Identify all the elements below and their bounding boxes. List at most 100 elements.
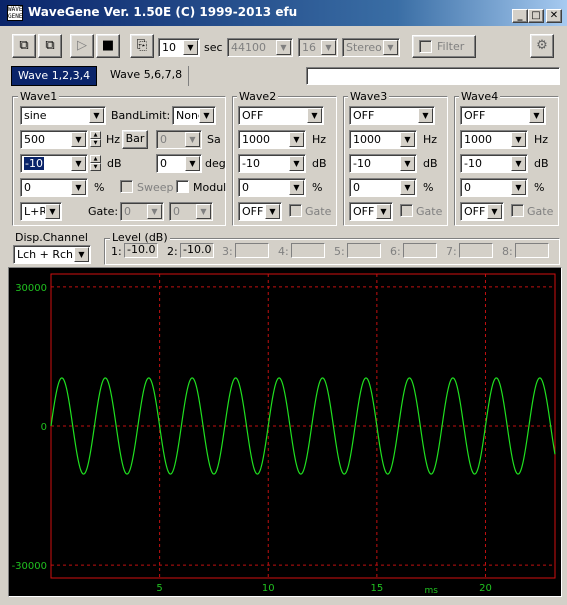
wave3-duty-unit: % <box>423 181 434 194</box>
wave4-title: Wave4 <box>459 90 501 103</box>
x-tick-label: 10 <box>262 583 275 594</box>
wave1-channel-select[interactable]: L+R ▼ <box>20 202 62 221</box>
level-value-8 <box>515 243 549 258</box>
wave1-sa-value: 0 <box>160 133 167 146</box>
save-wave-icon: ⎘ <box>136 38 148 53</box>
wave3-level-select[interactable]: -10 ▼ <box>349 154 417 173</box>
level-label-2: 2: <box>167 245 178 258</box>
wave1-level-input[interactable]: -10 ▼ <box>20 154 88 173</box>
wave2-channel-select[interactable]: OFF ▼ <box>238 202 282 221</box>
tab-wave-1-4[interactable]: Wave 1,2,3,4 <box>11 66 98 86</box>
modul-label: Modul <box>193 181 227 194</box>
wave4-frequency-value: 1000 <box>464 133 492 146</box>
spin-down-icon[interactable]: ▼ <box>90 139 101 147</box>
maximize-button[interactable]: □ <box>528 9 544 23</box>
spin-up-icon[interactable]: ▲ <box>90 155 101 163</box>
wave3-level-value: -10 <box>353 157 371 170</box>
wave2-level-select[interactable]: -10 ▼ <box>238 154 306 173</box>
wave4-level-select[interactable]: -10 ▼ <box>460 154 528 173</box>
duration-select[interactable]: 10 ▼ <box>158 38 200 57</box>
wave2-title: Wave2 <box>237 90 279 103</box>
chevron-down-icon: ▼ <box>185 132 200 147</box>
gate-select-1[interactable]: 0 ▼ <box>120 202 164 221</box>
settings-button[interactable]: ⚙ <box>530 34 554 58</box>
modul-checkbox[interactable] <box>176 180 189 193</box>
chevron-down-icon: ▼ <box>74 247 89 262</box>
wave3-duty-select[interactable]: 0 ▼ <box>349 178 417 197</box>
save-wav-button[interactable]: ⎘ <box>130 34 154 58</box>
disp-channel-select[interactable]: Lch + Rch ▼ <box>13 245 91 264</box>
stop-button[interactable]: ■ <box>96 34 120 58</box>
wave1-phase-select[interactable]: 0 ▼ <box>156 154 202 173</box>
gate-select-2[interactable]: 0 ▼ <box>169 202 213 221</box>
gate2-value: 0 <box>173 205 180 218</box>
wave1-title: Wave1 <box>18 90 60 103</box>
chevron-down-icon: ▼ <box>196 204 211 219</box>
duration-value: 10 <box>162 41 176 54</box>
wave3-channel-value: OFF <box>353 205 375 218</box>
title-bar[interactable]: WAVE GENE WaveGene Ver. 1.50E (C) 1999-2… <box>0 0 567 26</box>
wave1-frequency-value: 500 <box>24 133 45 146</box>
sweep-checkbox[interactable] <box>120 180 133 193</box>
tab-wave-5-8[interactable]: Wave 5,6,7,8 <box>104 66 190 86</box>
bits-select[interactable]: 16 ▼ <box>298 38 338 57</box>
wave3-frequency-select[interactable]: 1000 ▼ <box>349 130 417 149</box>
level-value-5 <box>347 243 381 258</box>
close-button[interactable]: ✕ <box>546 9 562 23</box>
chevron-down-icon: ▼ <box>307 108 322 123</box>
wave1-duty-select[interactable]: 0 ▼ <box>20 178 88 197</box>
wave2-channel-value: OFF <box>242 205 264 218</box>
spin-up-icon[interactable]: ▲ <box>90 131 101 139</box>
chevron-down-icon: ▼ <box>147 204 162 219</box>
wave4-waveform-select[interactable]: OFF ▼ <box>460 106 546 125</box>
spin-down-icon[interactable]: ▼ <box>90 163 101 171</box>
chevron-down-icon: ▼ <box>185 156 200 171</box>
channels-select[interactable]: Stereo ▼ <box>342 38 400 57</box>
sample-rate-select[interactable]: 44100 ▼ <box>227 38 293 57</box>
play-button[interactable]: ▷ <box>70 34 94 58</box>
level-label-8: 8: <box>502 245 513 258</box>
x-tick-label: 15 <box>370 583 383 594</box>
wave1-sa-select[interactable]: 0 ▼ <box>156 130 202 149</box>
wave1-level-spinner[interactable]: ▲ ▼ <box>90 155 101 172</box>
y-tick-label: 30000 <box>15 283 47 294</box>
channels-value: Stereo <box>346 41 382 54</box>
app-icon: WAVE GENE <box>7 5 23 21</box>
copy-button[interactable]: ⧉ <box>12 34 36 58</box>
wave1-level-value: -10 <box>24 157 44 170</box>
bar-button[interactable]: Bar <box>122 130 148 149</box>
paste-button[interactable]: ⧉ <box>38 34 62 58</box>
wave3-waveform-select[interactable]: OFF ▼ <box>349 106 435 125</box>
wave3-channel-select[interactable]: OFF ▼ <box>349 202 393 221</box>
wave1-frequency-input[interactable]: 500 ▼ <box>20 130 88 149</box>
disp-channel-value: Lch + Rch <box>17 248 74 261</box>
wave4-duty-select[interactable]: 0 ▼ <box>460 178 528 197</box>
minimize-button[interactable]: _ <box>512 9 528 23</box>
wave4-frequency-select[interactable]: 1000 ▼ <box>460 130 528 149</box>
x-tick-label: 5 <box>156 583 162 594</box>
x-unit-label: ms <box>424 586 438 596</box>
wave2-gate-checkbox[interactable] <box>289 204 302 217</box>
chevron-down-icon: ▼ <box>529 108 544 123</box>
chevron-down-icon: ▼ <box>400 156 415 171</box>
level-value-2: -10.0 <box>180 243 214 258</box>
wave4-duty-unit: % <box>534 181 545 194</box>
y-tick-label: -30000 <box>12 561 47 572</box>
wave2-duty-select[interactable]: 0 ▼ <box>238 178 306 197</box>
wave3-freq-unit: Hz <box>423 133 438 146</box>
wave2-frequency-select[interactable]: 1000 ▼ <box>238 130 306 149</box>
wave2-waveform-select[interactable]: OFF ▼ <box>238 106 324 125</box>
wave1-waveform-select[interactable]: sine ▼ <box>20 106 106 125</box>
filter-checkbox[interactable] <box>419 40 432 53</box>
level-value-1: -10.0 <box>124 243 158 258</box>
wave4-gate-checkbox[interactable] <box>511 204 524 217</box>
bandlimit-select[interactable]: None ▼ <box>172 106 216 125</box>
filter-toggle[interactable]: Filter <box>412 35 476 58</box>
wave1-frequency-spinner[interactable]: ▲ ▼ <box>90 131 101 148</box>
wave3-gate-checkbox[interactable] <box>400 204 413 217</box>
stop-icon: ■ <box>101 38 115 53</box>
wave3-title: Wave3 <box>348 90 390 103</box>
wave4-channel-select[interactable]: OFF ▼ <box>460 202 504 221</box>
level-label-6: 6: <box>390 245 401 258</box>
chevron-down-icon: ▼ <box>383 40 398 55</box>
